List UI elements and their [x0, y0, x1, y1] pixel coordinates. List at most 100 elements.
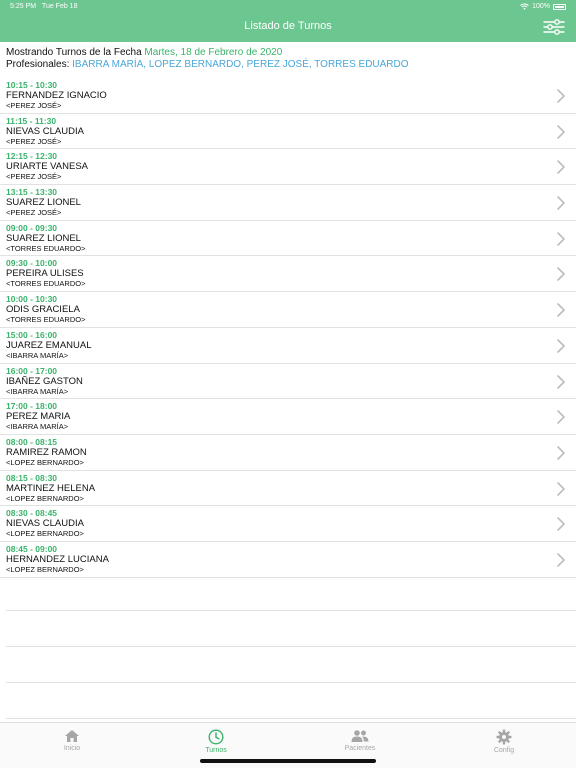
- appointment-professional: <PEREZ JOSÉ>: [6, 136, 62, 146]
- chevron-right-icon: [557, 267, 565, 282]
- battery-icon: [553, 3, 566, 10]
- appointment-professional: <IBARRA MARÍA>: [6, 386, 69, 396]
- appointment-time: 10:00 - 10:30: [6, 294, 58, 305]
- date-prefix: Mostrando Turnos de la Fecha: [6, 47, 142, 58]
- appointment-patient: SUAREZ LIONEL: [6, 197, 81, 209]
- tab-turnos-label: Turnos: [205, 747, 227, 754]
- appointment-professional: <LOPEZ BERNARDO>: [6, 493, 84, 503]
- date-summary: Mostrando Turnos de la Fecha Martes, 18 …: [6, 47, 409, 71]
- appointment-time: 10:15 - 10:30: [6, 80, 58, 90]
- appointment-professional: <TORRES EDUARDO>: [6, 315, 86, 325]
- status-time: 5:25 PM Tue Feb 18: [10, 3, 77, 10]
- appointment-row[interactable]: 09:30 - 10:00 PEREIRA ULISES <TORRES EDUAR…: [0, 256, 576, 293]
- status-date: Tue Feb 18: [41, 3, 78, 10]
- tab-config[interactable]: Config: [474, 729, 534, 754]
- appointment-time: 16:00 - 17:00: [6, 365, 58, 376]
- appointment-professional: <PEREZ JOSÉ>: [6, 172, 62, 182]
- appointment-patient: ODIS GRACIELA: [6, 304, 80, 316]
- appointment-professional: <PEREZ JOSÉ>: [6, 101, 62, 110]
- appointment-patient: NIEVAS CLAUDIA: [6, 125, 84, 137]
- appointment-patient: SUAREZ LIONEL: [6, 232, 81, 244]
- status-right: 100%: [520, 3, 566, 10]
- appointment-time: 08:30 - 08:45: [6, 508, 58, 519]
- appointment-row[interactable]: 10:15 - 10:30 FERNANDEZ IGNACIO <PEREZ JOS…: [0, 78, 576, 114]
- appointment-row[interactable]: 13:15 - 13:30 SUAREZ LIONEL <PEREZ JOSÉ>: [0, 185, 576, 221]
- sliders-icon: [543, 19, 565, 35]
- home-indicator[interactable]: [200, 759, 376, 763]
- appointment-time: 09:30 - 10:00: [6, 258, 58, 269]
- appointment-patient: RAMIREZ RAMON: [6, 446, 87, 458]
- empty-row-divider: [6, 610, 576, 611]
- professionals-label: Profesionales:: [6, 59, 70, 70]
- appointment-time: 13:15 - 13:30: [6, 187, 58, 198]
- appointment-patient: HERNANDEZ LUCIANA: [6, 553, 109, 565]
- appointment-row[interactable]: 08:45 - 09:00 HERNANDEZ LUCIANA <LOPEZ BER…: [0, 542, 576, 578]
- tab-config-label: Config: [493, 747, 515, 754]
- appointment-patient: JUAREZ EMANUAL: [6, 339, 92, 351]
- date-line: Mostrando Turnos de la Fecha Martes, 18 …: [6, 47, 409, 59]
- chevron-right-icon: [557, 303, 565, 317]
- appointment-time: 15:00 - 16:00: [6, 329, 58, 340]
- appointment-professional: <LOPEZ BERNARDO>: [6, 457, 84, 467]
- appointment-patient: PEREIRA ULISES: [6, 268, 84, 280]
- appointment-professional: <IBARRA MARÍA>: [6, 350, 69, 360]
- chevron-right-icon: [557, 124, 565, 139]
- appointment-time: 08:45 - 09:00: [6, 543, 58, 554]
- filter-button[interactable]: [542, 18, 566, 36]
- tab-pacientes[interactable]: Pacientes: [330, 729, 390, 752]
- appointment-time: 17:00 - 18:00: [6, 401, 58, 412]
- chevron-right-icon: [557, 231, 565, 246]
- appointment-row[interactable]: 15:00 - 16:00 JUAREZ EMANUAL <IBARRA MARÍA…: [0, 328, 576, 364]
- appointment-professional: <TORRES EDUARDO>: [6, 243, 86, 253]
- chevron-right-icon: [557, 160, 565, 175]
- clock-icon: [208, 729, 224, 745]
- chevron-right-icon: [557, 374, 565, 389]
- appointment-professional: <LOPEZ BERNARDO>: [6, 564, 84, 574]
- appointment-time: 08:15 - 08:30: [6, 472, 58, 483]
- chevron-right-icon: [557, 517, 565, 532]
- empty-row-divider: [6, 718, 576, 719]
- chevron-right-icon: [557, 339, 565, 353]
- appointment-row[interactable]: 16:00 - 17:00 IBAÑEZ GASTON <IBARRA MARÍA>: [0, 364, 576, 400]
- tab-pacientes-label: Pacientes: [344, 745, 376, 752]
- chevron-right-icon: [557, 481, 565, 496]
- appointment-professional: <IBARRA MARÍA>: [6, 422, 69, 432]
- chevron-right-icon: [557, 89, 565, 103]
- appointment-row[interactable]: 10:00 - 10:30 ODIS GRACIELA <TORRES EDUARD…: [0, 292, 576, 328]
- battery-percent: 100%: [532, 3, 550, 10]
- appointment-time: 09:00 - 09:30: [6, 222, 58, 233]
- appointment-row[interactable]: 11:15 - 11:30 NIEVAS CLAUDIA <PEREZ JOSÉ>: [0, 114, 576, 150]
- status-clock: 5:25 PM: [10, 3, 37, 10]
- gear-icon: [496, 729, 512, 745]
- professionals-line: Profesionales: IBARRA MARÍA, LOPEZ BERNA…: [6, 59, 409, 71]
- chevron-right-icon: [557, 446, 565, 460]
- navigation-bar: 5:25 PM Tue Feb 18 100% Listado de Turno…: [0, 0, 576, 42]
- appointment-row[interactable]: 08:15 - 08:30 MARTINEZ HELENA <LOPEZ BERNA…: [0, 471, 576, 507]
- appointment-row[interactable]: 08:00 - 08:15 RAMIREZ RAMON <LOPEZ BERNARD…: [0, 435, 576, 471]
- tab-inicio[interactable]: Inicio: [42, 729, 102, 752]
- appointment-row[interactable]: 08:30 - 08:45 NIEVAS CLAUDIA <LOPEZ BERNAR…: [0, 506, 576, 542]
- wifi-icon: [520, 3, 529, 10]
- empty-row-divider: [6, 682, 576, 683]
- appointment-patient: IBAÑEZ GASTON: [6, 375, 83, 387]
- appointment-professional: <LOPEZ BERNARDO>: [6, 529, 84, 539]
- selected-date: Martes, 18 de Febrero de 2020: [144, 47, 283, 58]
- tab-turnos[interactable]: Turnos: [186, 729, 246, 754]
- appointment-patient: FERNANDEZ IGNACIO: [6, 90, 107, 101]
- home-icon: [65, 730, 79, 742]
- tab-inicio-label: Inicio: [63, 745, 81, 752]
- appointment-row[interactable]: 17:00 - 18:00 PEREZ MARIA <IBARRA MARÍA>: [0, 399, 576, 435]
- people-icon: [351, 730, 369, 742]
- appointment-patient: PEREZ MARIA: [6, 411, 71, 423]
- chevron-right-icon: [557, 196, 565, 210]
- appointments-list: 10:15 - 10:30 FERNANDEZ IGNACIO <PEREZ JOS…: [0, 78, 576, 578]
- appointment-time: 12:15 - 12:30: [6, 151, 58, 162]
- appointment-row[interactable]: 09:00 - 09:30 SUAREZ LIONEL <TORRES EDUARD…: [0, 221, 576, 257]
- page-title: Listado de Turnos: [244, 20, 332, 32]
- chevron-right-icon: [557, 410, 565, 424]
- appointment-row[interactable]: 12:15 - 12:30 URIARTE VANESA <PEREZ JOSÉ>: [0, 149, 576, 186]
- appointment-professional: <PEREZ JOSÉ>: [6, 208, 62, 218]
- appointment-professional: <TORRES EDUARDO>: [6, 279, 86, 289]
- appointment-time: 08:00 - 08:15: [6, 436, 58, 447]
- appointment-time: 11:15 - 11:30: [6, 115, 57, 126]
